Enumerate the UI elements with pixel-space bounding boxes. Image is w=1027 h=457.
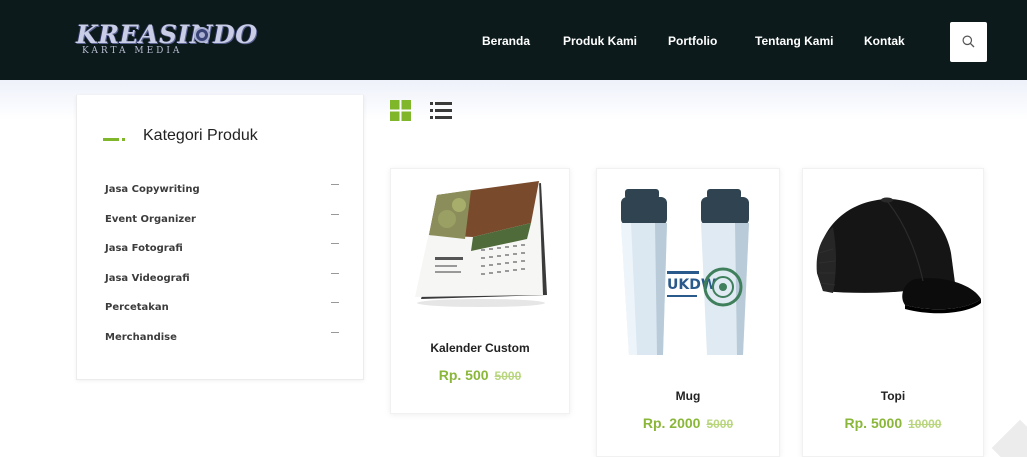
mug-print-text: UKDW xyxy=(667,277,716,293)
product-price: Rp. 2000 5000 xyxy=(597,415,779,433)
list-view-icon[interactable] xyxy=(430,102,452,119)
product-name[interactable]: Topi xyxy=(803,389,983,403)
collapse-minus-icon[interactable] xyxy=(331,272,339,274)
nav-link-tentang-kami[interactable]: Tentang Kami xyxy=(755,34,833,48)
category-label: Event Organizer xyxy=(105,213,196,225)
category-label: Percetakan xyxy=(105,302,169,313)
category-item-jasa-copywriting[interactable]: Jasa Copywriting xyxy=(105,179,345,209)
old-price: 10000 xyxy=(908,417,942,431)
nav-link-kontak[interactable]: Kontak xyxy=(864,34,905,48)
old-price: 5000 xyxy=(706,417,734,431)
nav-link-portfolio[interactable]: Portfolio xyxy=(668,34,717,48)
product-price: Rp. 5000 10000 xyxy=(803,415,983,433)
current-price: Rp. 5000 xyxy=(844,415,903,431)
search-button[interactable] xyxy=(950,22,987,62)
product-card-mug[interactable]: UKDW Mug Rp. 2000 5000 xyxy=(596,168,780,457)
product-name[interactable]: Kalender Custom xyxy=(391,341,569,355)
collapse-minus-icon[interactable] xyxy=(331,213,339,215)
collapse-minus-icon[interactable] xyxy=(331,184,339,185)
category-item-merchandise[interactable]: Merchandise xyxy=(105,327,345,357)
scroll-to-top-button[interactable] xyxy=(991,419,1027,457)
category-item-percetakan[interactable]: Percetakan xyxy=(105,297,345,327)
product-price: Rp. 500 5000 xyxy=(391,367,569,385)
category-label: Jasa Fotografi xyxy=(105,243,183,254)
collapse-minus-icon[interactable] xyxy=(331,302,339,303)
category-item-jasa-fotografi[interactable]: Jasa Fotografi xyxy=(105,238,345,268)
heading-accent-bar xyxy=(103,138,119,141)
sidebar-title: Kategori Produk xyxy=(143,127,258,144)
category-label: Merchandise xyxy=(105,331,177,343)
collapse-minus-icon[interactable] xyxy=(331,243,339,244)
nav-link-beranda[interactable]: Beranda xyxy=(482,34,530,48)
site-logo[interactable]: KREASINDO KARTA MEDIA xyxy=(76,22,257,66)
cap-product-image[interactable] xyxy=(805,183,983,343)
heading-accent-dot xyxy=(122,138,125,141)
mug-product-image[interactable]: UKDW xyxy=(615,185,765,360)
category-item-jasa-videografi[interactable]: Jasa Videografi xyxy=(105,268,345,298)
current-price: Rp. 2000 xyxy=(642,415,701,431)
logo-badge-icon xyxy=(194,27,210,43)
product-card-topi[interactable]: Topi Rp. 5000 10000 xyxy=(802,168,984,457)
category-item-event-organizer[interactable]: Event Organizer xyxy=(105,209,345,239)
current-price: Rp. 500 xyxy=(438,367,489,383)
category-label: Jasa Copywriting xyxy=(105,184,200,195)
grid-view-icon[interactable] xyxy=(390,100,411,121)
old-price: 5000 xyxy=(494,369,522,383)
product-name[interactable]: Mug xyxy=(597,389,779,403)
site-header: KREASINDO KARTA MEDIA Beranda Produk Kam… xyxy=(0,0,1027,120)
category-sidebar: Kategori Produk Jasa Copywriting Event O… xyxy=(76,95,364,380)
calendar-product-image[interactable] xyxy=(411,179,551,309)
product-card-kalender-custom[interactable]: Kalender Custom Rp. 500 5000 xyxy=(390,168,570,414)
nav-link-produk-kami[interactable]: Produk Kami xyxy=(563,34,637,48)
collapse-minus-icon[interactable] xyxy=(331,331,339,333)
category-list: Jasa Copywriting Event Organizer Jasa Fo… xyxy=(105,179,345,356)
category-label: Jasa Videografi xyxy=(105,272,190,284)
search-icon xyxy=(962,35,975,48)
